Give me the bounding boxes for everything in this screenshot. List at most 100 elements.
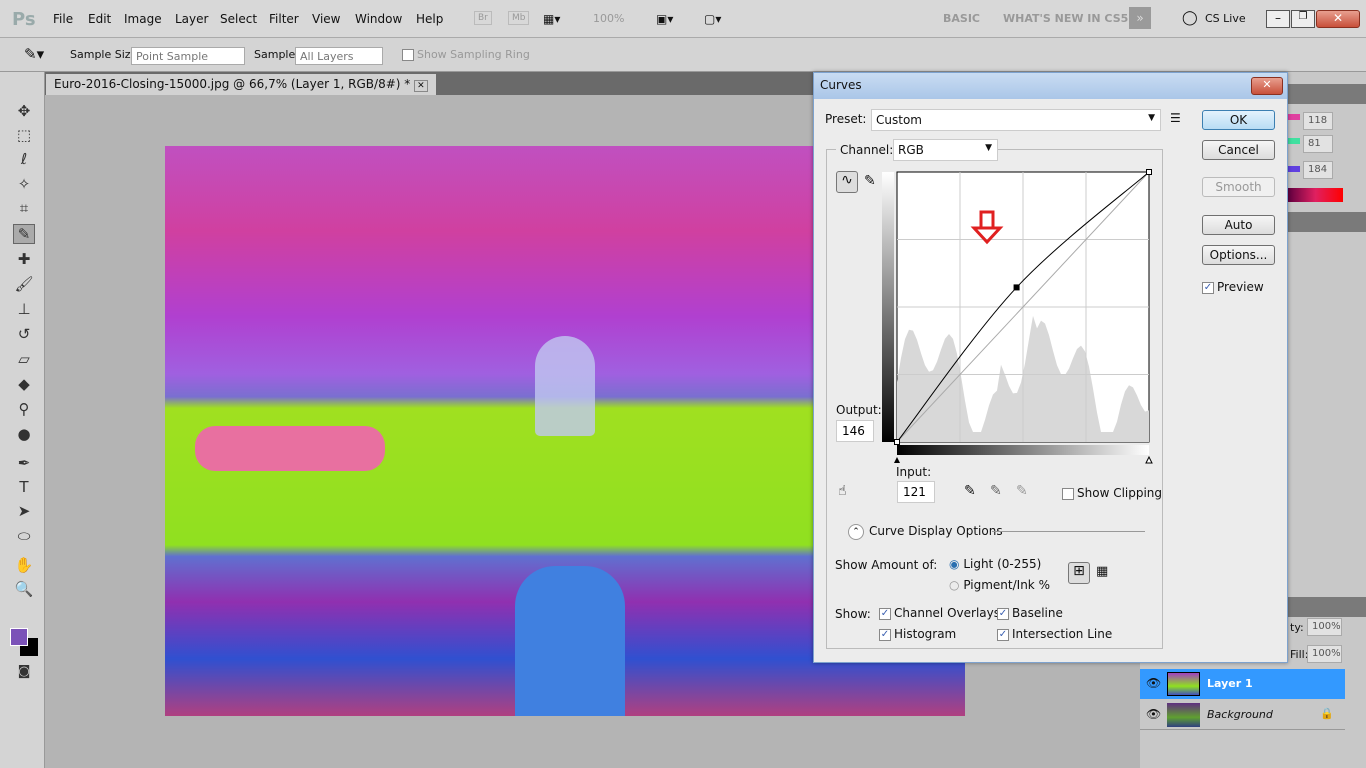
eraser-tool-icon[interactable]: ▱ xyxy=(13,350,35,370)
paint-bucket-tool-icon[interactable]: ◆ xyxy=(13,375,35,395)
curve-graph[interactable] xyxy=(882,169,1162,464)
menu-edit[interactable]: Edit xyxy=(88,12,111,26)
lasso-tool-icon[interactable]: ℓ xyxy=(13,150,35,170)
mini-bridge-button[interactable]: Mb xyxy=(508,11,530,25)
auto-button[interactable]: Auto xyxy=(1202,215,1275,235)
menu-window[interactable]: Window xyxy=(355,12,402,26)
menu-select[interactable]: Select xyxy=(220,12,257,26)
simple-grid-icon[interactable]: ⊞ xyxy=(1068,562,1090,584)
visibility-eye-icon[interactable]: 👁 xyxy=(1146,707,1161,721)
red-value[interactable]: 118 xyxy=(1303,112,1333,130)
visibility-eye-icon[interactable]: 👁 xyxy=(1146,676,1161,690)
more-workspaces-icon[interactable]: » xyxy=(1129,7,1151,29)
menu-view[interactable]: View xyxy=(312,12,340,26)
quick-mask-icon[interactable]: ◙ xyxy=(13,664,35,684)
dialog-close-button[interactable]: ✕ xyxy=(1251,77,1283,95)
foreground-color-swatch[interactable] xyxy=(10,628,28,646)
restore-button[interactable]: ❐ xyxy=(1291,10,1315,28)
menu-image[interactable]: Image xyxy=(124,12,162,26)
sample-size-select[interactable]: Point Sample xyxy=(131,47,245,65)
smooth-button[interactable]: Smooth xyxy=(1202,177,1275,197)
menu-help[interactable]: Help xyxy=(416,12,443,26)
green-slider[interactable] xyxy=(1288,138,1300,144)
intersection-line-checkbox[interactable]: ✓ Intersection Line xyxy=(997,627,1112,641)
cs-live-icon: ◯ xyxy=(1182,10,1198,26)
channel-select[interactable]: RGB ▼ xyxy=(893,139,998,161)
history-brush-tool-icon[interactable]: ↺ xyxy=(13,325,35,345)
show-clipping-checkbox[interactable]: Show Clipping xyxy=(1062,486,1162,500)
zoom-level[interactable]: 100% xyxy=(593,12,624,25)
channel-overlays-checkbox[interactable]: ✓ Channel Overlays xyxy=(879,606,1000,620)
input-field[interactable] xyxy=(897,481,935,503)
ok-button[interactable]: OK xyxy=(1202,110,1275,130)
marquee-tool-icon[interactable]: ⬚ xyxy=(13,126,35,146)
show-sampling-ring-label: Show Sampling Ring xyxy=(417,48,530,61)
view-extras-icon[interactable]: ▦▾ xyxy=(543,12,560,26)
sample-select[interactable]: All Layers xyxy=(295,47,383,65)
histogram-checkbox[interactable]: ✓ Histogram xyxy=(879,627,956,641)
layer-name: Layer 1 xyxy=(1207,677,1253,690)
layer-row-layer-1[interactable]: 👁 Layer 1 xyxy=(1140,669,1345,699)
menu-layer[interactable]: Layer xyxy=(175,12,208,26)
pencil-draw-icon[interactable]: ✎ xyxy=(864,173,876,189)
show-amount-label: Show Amount of: xyxy=(835,558,938,572)
move-tool-icon[interactable]: ✥ xyxy=(13,102,35,122)
detailed-grid-icon[interactable]: ▦ xyxy=(1096,564,1108,579)
close-window-button[interactable]: ✕ xyxy=(1316,10,1360,28)
fill-field[interactable]: 100% xyxy=(1307,645,1342,663)
eyedropper-tool-icon[interactable]: ✎ xyxy=(13,224,35,244)
arrange-documents-icon[interactable]: ▣▾ xyxy=(656,12,673,26)
minimize-button[interactable]: – xyxy=(1266,10,1290,28)
red-slider[interactable] xyxy=(1288,114,1300,120)
white-eyedropper-icon[interactable]: ✎ xyxy=(1016,483,1028,499)
show-sampling-ring-checkbox[interactable]: Show Sampling Ring xyxy=(402,48,530,61)
black-eyedropper-icon[interactable]: ✎ xyxy=(964,483,976,499)
pigment-radio[interactable]: ○ Pigment/Ink % xyxy=(949,578,1050,592)
healing-brush-tool-icon[interactable]: ✚ xyxy=(13,250,35,270)
quick-selection-tool-icon[interactable]: ✧ xyxy=(13,175,35,195)
menu-file[interactable]: File xyxy=(53,12,73,26)
ellipse-tool-icon[interactable]: ⬭ xyxy=(13,527,35,547)
curve-edit-points-icon[interactable]: ∿ xyxy=(836,171,858,193)
on-image-adjust-icon[interactable]: ☝ xyxy=(838,483,847,499)
menu-bar: Ps File Edit Image Layer Select Filter V… xyxy=(0,0,1366,38)
pen-tool-icon[interactable]: ✒ xyxy=(13,454,35,474)
zoom-tool-icon[interactable]: 🔍 xyxy=(13,580,35,600)
blue-slider[interactable] xyxy=(1288,166,1300,172)
pigment-radio-label: Pigment/Ink % xyxy=(963,578,1050,592)
cs-live-menu[interactable]: CS Live xyxy=(1205,12,1246,25)
preset-options-icon[interactable]: ☰ xyxy=(1170,111,1181,125)
close-tab-icon[interactable]: ✕ xyxy=(414,80,428,92)
menu-filter[interactable]: Filter xyxy=(269,12,299,26)
gray-eyedropper-icon[interactable]: ✎ xyxy=(990,483,1002,499)
opacity-field[interactable]: 100% xyxy=(1307,618,1342,636)
output-field[interactable] xyxy=(836,420,874,442)
cancel-button[interactable]: Cancel xyxy=(1202,140,1275,160)
collapse-display-options-icon[interactable]: ⌃ xyxy=(848,524,864,540)
hand-tool-icon[interactable]: ✋ xyxy=(13,556,35,576)
curve-point xyxy=(1013,284,1020,291)
type-tool-icon[interactable]: T xyxy=(13,478,35,498)
workspace-basic[interactable]: BASIC xyxy=(943,12,980,25)
bridge-button[interactable]: Br xyxy=(474,11,492,25)
light-radio[interactable]: ◉ Light (0-255) xyxy=(949,557,1041,571)
dialog-titlebar[interactable]: Curves xyxy=(814,73,1287,99)
workspace-whats-new[interactable]: WHAT'S NEW IN CS5 xyxy=(1003,12,1128,25)
dodge-tool-icon[interactable]: ⚲ xyxy=(13,400,35,420)
crop-tool-icon[interactable]: ⌗ xyxy=(13,199,35,219)
preview-checkbox[interactable]: ✓ Preview xyxy=(1202,280,1264,294)
color-ramp[interactable] xyxy=(1288,188,1343,202)
options-button[interactable]: Options... xyxy=(1202,245,1275,265)
brush-tool-icon[interactable]: 🖌 xyxy=(13,275,35,295)
blue-value[interactable]: 184 xyxy=(1303,161,1333,179)
baseline-checkbox[interactable]: ✓ Baseline xyxy=(997,606,1063,620)
eyedropper-tool-icon[interactable]: ✎▾ xyxy=(24,45,44,63)
path-selection-tool-icon[interactable]: ➤ xyxy=(13,502,35,522)
document-tab[interactable]: Euro-2016-Closing-15000.jpg @ 66,7% (Lay… xyxy=(46,74,436,95)
layer-row-background[interactable]: 👁 Background 🔒 xyxy=(1140,700,1345,730)
blur-tool-icon[interactable]: ● xyxy=(13,425,35,445)
green-value[interactable]: 81 xyxy=(1303,135,1333,153)
clone-stamp-tool-icon[interactable]: ⊥ xyxy=(13,300,35,320)
screen-mode-icon[interactable]: ▢▾ xyxy=(704,12,721,26)
preset-select[interactable]: Custom ▼ xyxy=(871,109,1161,131)
